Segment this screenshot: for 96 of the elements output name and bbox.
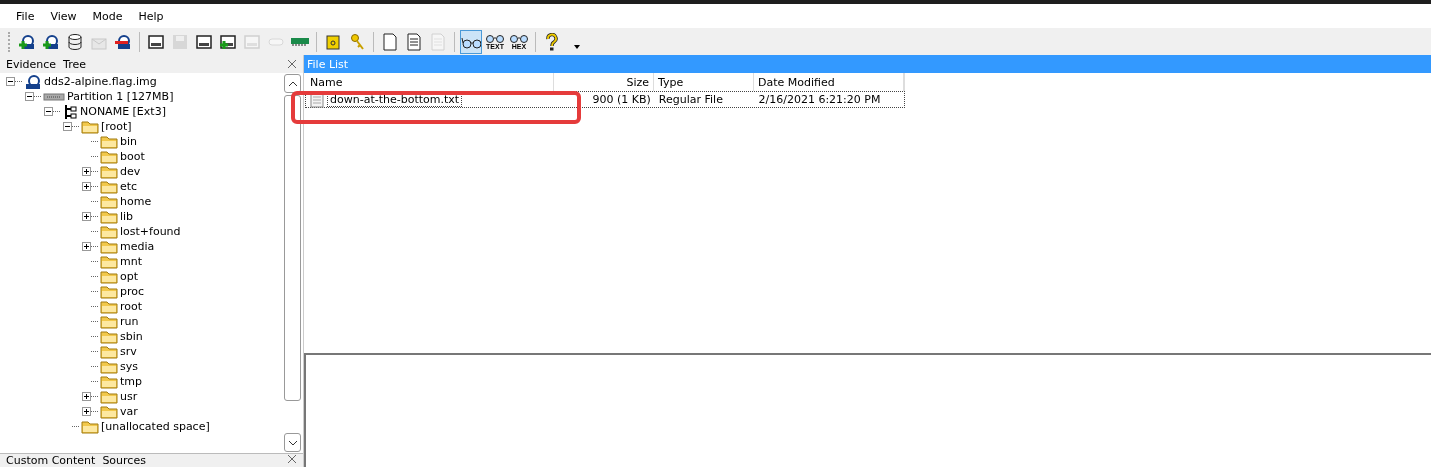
key-icon: [348, 32, 366, 51]
drive-icon: [219, 32, 237, 51]
tree-item[interactable]: mnt: [118, 255, 142, 268]
folder-icon: [100, 389, 118, 404]
scrollbar-thumb[interactable]: [284, 95, 301, 401]
tree-item[interactable]: sys: [118, 360, 138, 373]
structure-icon: [62, 103, 78, 120]
toolbar-button[interactable]: [460, 29, 482, 54]
folder-icon: [100, 344, 118, 359]
folder-icon: [100, 209, 118, 224]
close-icon[interactable]: [287, 454, 297, 464]
tree-item[interactable]: lost+found: [118, 225, 181, 238]
folder-icon: [100, 374, 118, 389]
folder-icon: [100, 329, 118, 344]
folder-icon: [100, 404, 118, 419]
menu-item[interactable]: View: [42, 9, 85, 23]
tree-item[interactable]: media: [118, 240, 155, 253]
collapse-icon[interactable]: [6, 77, 15, 86]
folder-icon: [100, 164, 118, 179]
drive-icon: [147, 32, 165, 51]
folder-icon: [100, 314, 118, 329]
folder-icon: [81, 419, 99, 434]
file-row[interactable]: down-at-the-bottom.txt 900 (1 KB) Regular File 2/16/2021 6:21:20 PM: [305, 91, 905, 108]
document-icon: [430, 32, 446, 51]
menu-item[interactable]: Mode: [84, 9, 131, 23]
safe-icon: [324, 32, 342, 51]
document-icon: [406, 32, 422, 51]
chevron-down-icon: [287, 439, 298, 446]
memory-chip-icon: [291, 37, 309, 46]
tree-item[interactable]: etc: [118, 180, 138, 193]
expand-icon[interactable]: [82, 407, 91, 416]
folder-icon: [100, 149, 118, 164]
menu-item[interactable]: Help: [130, 9, 172, 23]
expand-icon[interactable]: [82, 182, 91, 191]
folder-icon: [100, 224, 118, 239]
close-icon[interactable]: [287, 59, 297, 69]
folder-icon: [100, 254, 118, 269]
tree-item[interactable]: tmp: [118, 375, 142, 388]
tree-item[interactable]: bin: [118, 135, 137, 148]
expand-icon[interactable]: [82, 392, 91, 401]
drive-icon: [195, 32, 213, 51]
tree-item[interactable]: usr: [118, 390, 138, 403]
panel-title: Evidence Tree: [6, 57, 86, 71]
tree-item[interactable]: run: [118, 315, 139, 328]
question-mark-icon: [545, 32, 559, 51]
column-header[interactable]: Type: [654, 73, 754, 91]
tree-item[interactable]: home: [118, 195, 152, 208]
folder-icon: [100, 299, 118, 314]
file-name: down-at-the-bottom.txt: [327, 92, 463, 107]
expand-icon[interactable]: [82, 167, 91, 176]
tree-item[interactable]: NONAME [Ext3]: [78, 105, 166, 118]
table-cell-text: Regular File: [657, 92, 724, 107]
tree-item[interactable]: [unallocated space]: [99, 420, 210, 433]
drive-icon: [243, 32, 261, 51]
tree-item[interactable]: Partition 1 [127MB]: [65, 90, 174, 103]
tree-item[interactable]: srv: [118, 345, 137, 358]
menu-item[interactable]: File: [8, 9, 43, 23]
scroll-down-button[interactable]: [284, 433, 301, 452]
folder-icon: [100, 179, 118, 194]
expand-icon[interactable]: [82, 212, 91, 221]
folder-icon: [100, 194, 118, 209]
collapse-icon[interactable]: [63, 122, 72, 131]
tree-item[interactable]: opt: [118, 270, 139, 283]
chevron-up-icon: [287, 80, 298, 87]
column-header[interactable]: Date Modified: [754, 73, 904, 91]
column-header[interactable]: Name: [304, 73, 554, 91]
folder-icon: [100, 284, 118, 299]
glasses-icon: [484, 33, 506, 43]
scroll-up-button[interactable]: [284, 74, 301, 93]
database-icon: [66, 32, 84, 51]
tree-item[interactable]: lib: [118, 210, 134, 223]
document-icon: [382, 32, 398, 51]
table-cell-text: 2/16/2021 6:21:20 PM: [757, 92, 882, 107]
disk-image-icon: [24, 73, 42, 90]
collapse-icon[interactable]: [25, 92, 34, 101]
folder-icon: [100, 269, 118, 284]
panel-title: Custom Content Sources: [6, 454, 146, 467]
tree-item[interactable]: proc: [118, 285, 145, 298]
dropdown-icon[interactable]: [573, 43, 581, 50]
tree-item[interactable]: dds2-alpine.flag.img: [42, 75, 157, 88]
folder-icon: [100, 134, 118, 149]
column-header[interactable]: Size: [554, 73, 654, 91]
expand-icon[interactable]: [82, 242, 91, 251]
tree-item[interactable]: dev: [118, 165, 141, 178]
panel-title: File List: [307, 57, 349, 71]
tree-item[interactable]: var: [118, 405, 138, 418]
tree-item[interactable]: root: [118, 300, 143, 313]
tree-item[interactable]: [root]: [99, 120, 132, 133]
glasses-icon: [508, 33, 530, 43]
collapse-icon[interactable]: [44, 107, 53, 116]
folder-icon: [100, 239, 118, 254]
tree-item[interactable]: boot: [118, 150, 145, 163]
folder-icon: [81, 119, 99, 134]
table-cell-text: 900 (1 KB): [591, 92, 652, 107]
folder-icon: [100, 359, 118, 374]
tree-item[interactable]: sbin: [118, 330, 143, 343]
